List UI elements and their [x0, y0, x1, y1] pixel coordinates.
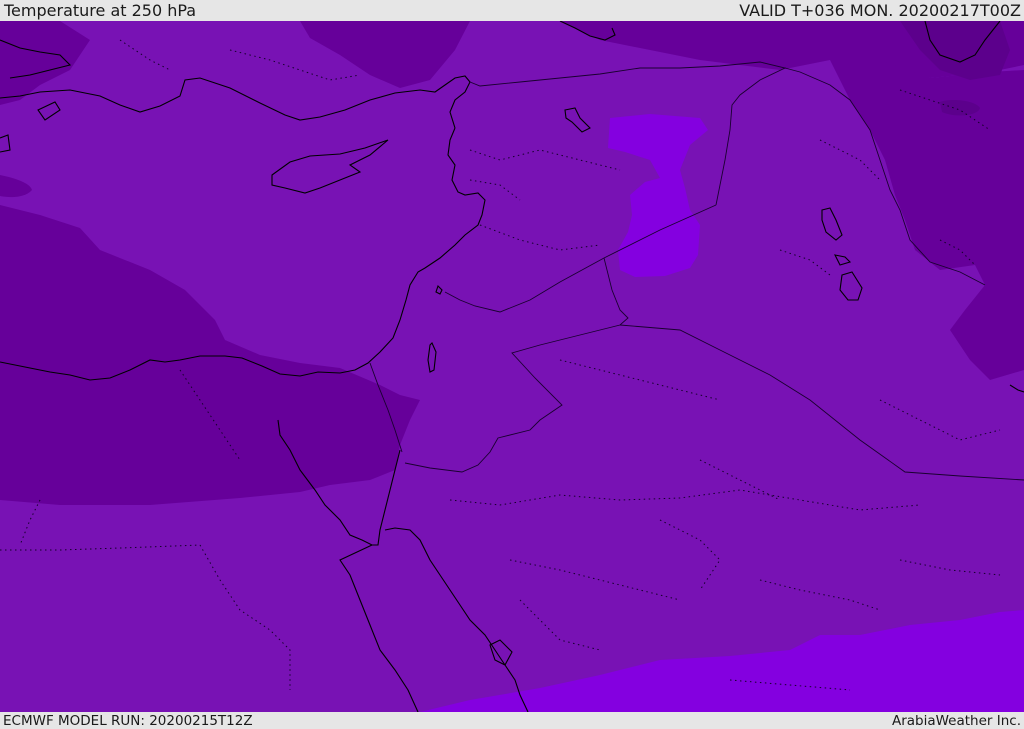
map-header: Temperature at 250 hPa VALID T+036 MON. … [0, 0, 1024, 21]
map-canvas [0, 21, 1024, 712]
valid-time-label: VALID T+036 MON. 20200217T00Z [739, 1, 1021, 20]
temperature-map[interactable] [0, 21, 1024, 712]
map-footer: ECMWF MODEL RUN: 20200215T12Z ArabiaWeat… [0, 712, 1024, 729]
model-run-label: ECMWF MODEL RUN: 20200215T12Z [3, 712, 253, 729]
credit-label: ArabiaWeather Inc. [891, 712, 1021, 729]
map-title: Temperature at 250 hPa [4, 1, 197, 20]
